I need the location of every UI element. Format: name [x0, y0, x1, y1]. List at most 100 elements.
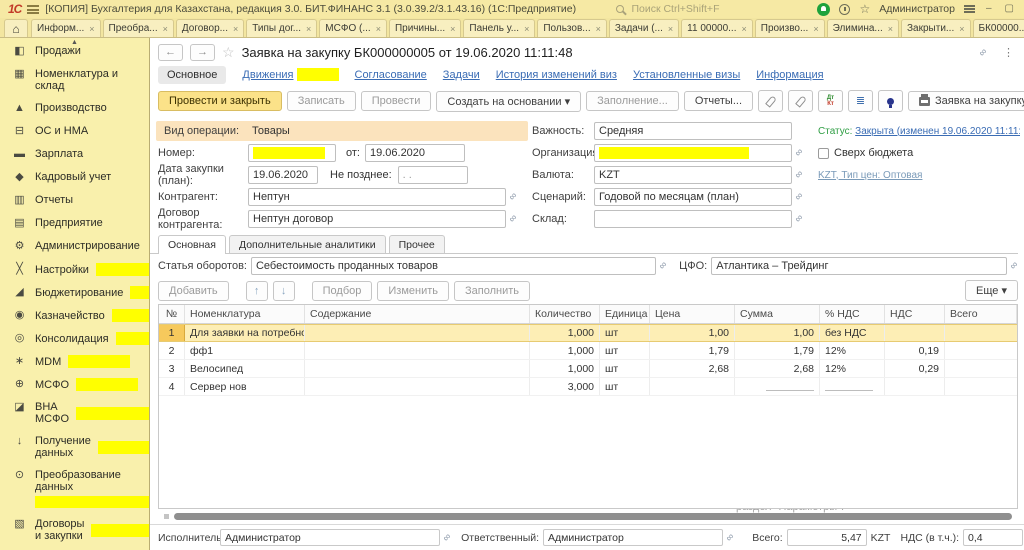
price-type-link[interactable]: KZT, Тип цен: Оптовая — [818, 170, 922, 181]
open-link-icon[interactable]: ∞ — [508, 191, 520, 203]
counterparty-field[interactable]: Нептун — [248, 188, 506, 206]
cell-unit[interactable]: шт — [600, 378, 650, 395]
cell-sum[interactable]: 1,79 — [735, 342, 820, 359]
sidebar-item[interactable]: ◎Консолидация — [0, 327, 149, 350]
sidebar-item[interactable]: ◆Кадровый учет — [0, 166, 149, 189]
cell-qty[interactable]: 1,000 — [530, 360, 600, 377]
document-tab[interactable]: Причины...× — [389, 19, 461, 37]
open-link-icon[interactable]: ∞ — [1008, 260, 1020, 272]
cell-n[interactable]: 3 — [159, 360, 185, 377]
close-tab-icon[interactable]: × — [376, 24, 381, 34]
reports-button[interactable]: Отчеты... — [684, 91, 753, 111]
close-tab-icon[interactable]: × — [450, 24, 455, 34]
sidebar-item[interactable]: ▧Договоры и закупки — [0, 513, 149, 547]
open-link-icon[interactable]: ∞ — [794, 213, 806, 225]
cell-sum[interactable]: 2,68 — [735, 360, 820, 377]
table-row[interactable]: 4Сервер нов3,000шт — [159, 378, 1017, 396]
maximize-button[interactable]: ▢ — [1003, 4, 1016, 14]
post-button[interactable]: Провести — [361, 91, 432, 111]
sidebar-item[interactable]: ▦Номенклатура и склад — [0, 63, 149, 97]
close-tab-icon[interactable]: × — [524, 24, 529, 34]
history-icon[interactable] — [839, 4, 850, 15]
favorites-icon[interactable]: ☆ — [859, 4, 870, 14]
document-tab[interactable]: Договор...× — [176, 19, 244, 37]
organization-field[interactable] — [594, 144, 792, 162]
contract-field[interactable]: Нептун договор — [248, 210, 506, 228]
cell-content[interactable] — [305, 378, 530, 395]
cell-qty[interactable]: 1,000 — [530, 342, 600, 359]
cell-vat[interactable] — [885, 325, 945, 341]
current-user[interactable]: Администратор — [879, 3, 955, 15]
cell-price[interactable]: 2,68 — [650, 360, 735, 377]
post-and-close-button[interactable]: Провести и закрыть — [158, 91, 282, 111]
cell-sum[interactable] — [735, 378, 820, 395]
open-link-icon[interactable]: ∞ — [442, 531, 454, 543]
document-tab[interactable]: Произво...× — [755, 19, 825, 37]
detail-tab[interactable]: Прочее — [389, 235, 445, 253]
save-button[interactable]: Записать — [287, 91, 356, 111]
get-link-icon[interactable]: ∞ — [977, 46, 989, 58]
structure-button[interactable]: ≣ — [848, 90, 873, 112]
edit-button[interactable]: Изменить — [377, 281, 449, 301]
cell-total[interactable] — [945, 325, 1017, 341]
move-down-button[interactable]: ↓ — [273, 281, 295, 301]
scrollbar-thumb[interactable] — [174, 513, 1012, 520]
global-search[interactable] — [616, 2, 811, 16]
detail-tab[interactable]: Дополнительные аналитики — [229, 235, 386, 253]
nav-tab-link[interactable]: Информация — [756, 69, 823, 81]
horizontal-scrollbar[interactable] — [150, 509, 1024, 524]
cell-n[interactable]: 2 — [159, 342, 185, 359]
attach-file-2-button[interactable] — [788, 90, 813, 112]
close-tab-icon[interactable]: × — [959, 24, 964, 34]
back-button[interactable]: ← — [158, 44, 183, 61]
cell-unit[interactable]: шт — [600, 360, 650, 377]
document-tab[interactable]: Типы дог...× — [246, 19, 317, 37]
add-row-button[interactable]: Добавить — [158, 281, 229, 301]
cell-content[interactable] — [305, 360, 530, 377]
open-link-icon[interactable]: ∞ — [657, 260, 669, 272]
close-tab-icon[interactable]: × — [306, 24, 311, 34]
close-tab-icon[interactable]: × — [668, 24, 673, 34]
table-more-button[interactable]: Еще ▾ — [965, 280, 1018, 301]
table-row[interactable]: 1Для заявки на потребность1,000шт1,001,0… — [159, 324, 1017, 342]
close-tab-icon[interactable]: × — [596, 24, 601, 34]
cell-nomenclature[interactable]: Для заявки на потребность — [185, 325, 305, 341]
cell-content[interactable] — [305, 325, 530, 341]
cell-vat[interactable]: 0,19 — [885, 342, 945, 359]
operation-kind-value[interactable]: Товары — [252, 125, 290, 137]
dt-kt-button[interactable]: ДтКт — [818, 90, 843, 112]
create-based-on-button[interactable]: Создать на основании ▾ — [436, 91, 581, 112]
nav-tab-link[interactable]: История изменений виз — [496, 69, 617, 81]
sidebar-item[interactable]: ◪ВНА МСФО — [0, 396, 149, 430]
open-link-icon[interactable]: ∞ — [725, 531, 737, 543]
cell-unit[interactable]: шт — [600, 325, 650, 341]
cell-content[interactable] — [305, 342, 530, 359]
sidebar-item[interactable]: ▥Отчеты — [0, 189, 149, 212]
open-link-icon[interactable]: ∞ — [794, 147, 806, 159]
cell-vat_pct[interactable]: 12% — [820, 342, 885, 359]
document-tab[interactable]: БК00000...× — [973, 19, 1024, 37]
move-up-button[interactable]: ↑ — [246, 281, 268, 301]
sidebar-item[interactable]: ╳Настройки — [0, 258, 149, 281]
nav-tab-link[interactable]: Задачи — [443, 69, 480, 81]
document-tab[interactable]: Информ...× — [31, 19, 101, 37]
cell-n[interactable]: 4 — [159, 378, 185, 395]
importance-field[interactable]: Средняя — [594, 122, 792, 140]
sidebar-item[interactable]: ⊟ОС и НМА — [0, 120, 149, 143]
cfo-field[interactable]: Атлантика – Трейдинг — [711, 257, 1007, 275]
main-menu-icon[interactable] — [27, 5, 39, 14]
sidebar-item[interactable]: ⊙Преобразование данных — [0, 464, 149, 513]
not-later-field[interactable]: . . — [398, 166, 468, 184]
cell-vat_pct[interactable]: 12% — [820, 360, 885, 377]
sidebar-item[interactable]: ▤Предприятие — [0, 212, 149, 235]
close-tab-icon[interactable]: × — [888, 24, 893, 34]
cell-price[interactable]: 1,00 — [650, 325, 735, 341]
cell-unit[interactable]: шт — [600, 342, 650, 359]
close-tab-icon[interactable]: × — [813, 24, 818, 34]
document-tab[interactable]: МСФО (...× — [319, 19, 387, 37]
doc-date-field[interactable]: 19.06.2020 — [365, 144, 465, 162]
cell-vat_pct[interactable] — [820, 378, 885, 395]
sidebar-item[interactable]: ◢Бюджетирование — [0, 281, 149, 304]
minimize-button[interactable]: – — [984, 4, 994, 14]
sidebar-item[interactable]: ∗MDM — [0, 350, 149, 373]
